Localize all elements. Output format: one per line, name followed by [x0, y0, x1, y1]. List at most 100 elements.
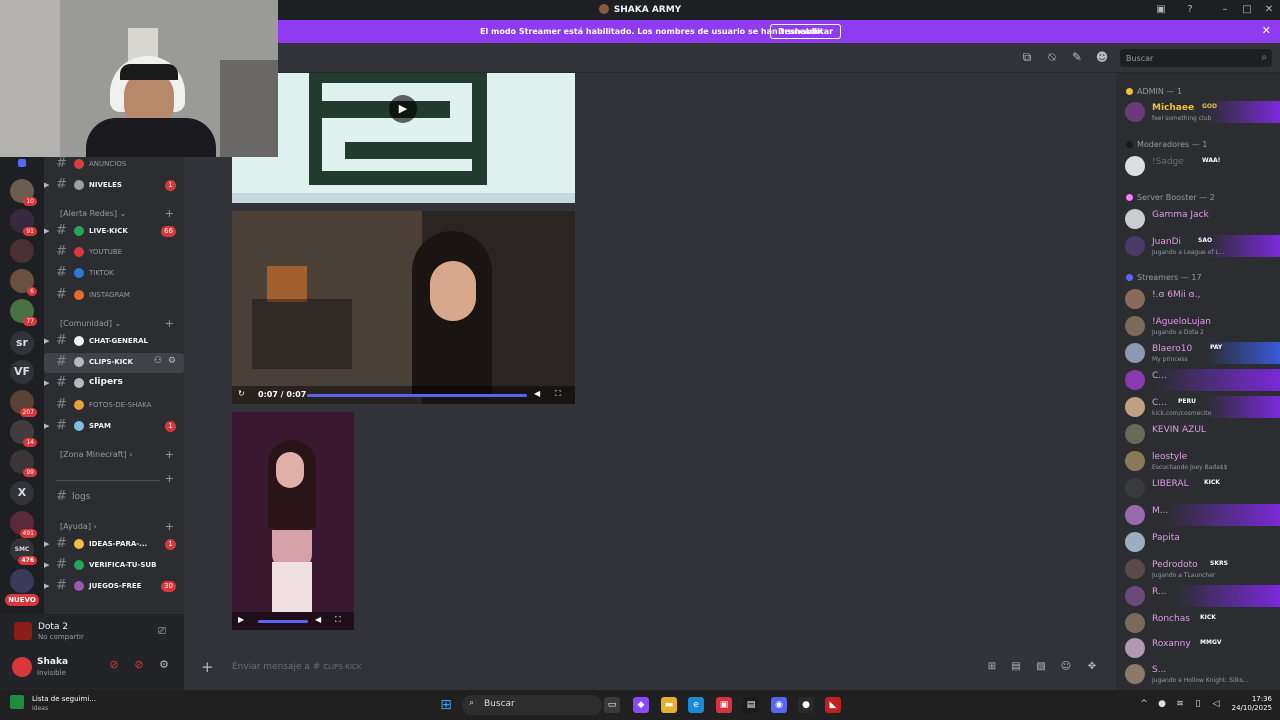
server-icon[interactable]: 91: [10, 209, 37, 236]
member-item[interactable]: R...: [1116, 584, 1280, 608]
member-item[interactable]: LIBERAL KICK: [1116, 476, 1280, 500]
server-icon[interactable]: VF: [10, 360, 34, 384]
threads-icon[interactable]: ⧉: [1020, 50, 1034, 64]
member-item[interactable]: C...: [1116, 368, 1280, 392]
play-icon[interactable]: ▶: [238, 615, 244, 624]
member-item[interactable]: !Sadge WAA!: [1116, 154, 1280, 178]
taskbar-search[interactable]: ⌕ Buscar: [462, 695, 602, 715]
server-icon[interactable]: X: [10, 481, 34, 505]
headphones-muted-icon[interactable]: ⊘: [132, 658, 146, 672]
channel-item[interactable]: # YOUTUBE: [44, 243, 184, 263]
inbox-icon[interactable]: ▣: [1154, 3, 1168, 17]
server-icon[interactable]: 6: [10, 269, 37, 296]
apps-icon[interactable]: ✥: [1086, 661, 1098, 673]
direct-messages-icon[interactable]: [18, 159, 26, 167]
add-attachment-icon[interactable]: +: [201, 658, 214, 676]
add-channel-icon[interactable]: +: [165, 448, 174, 461]
channel-item[interactable]: ▶ # clipers: [44, 374, 184, 394]
video-attachment[interactable]: ▶: [232, 73, 575, 203]
close-window-button[interactable]: ✕: [1262, 3, 1276, 17]
replay-icon[interactable]: ↻: [238, 389, 245, 398]
server-icon[interactable]: 14: [10, 420, 37, 447]
members-icon[interactable]: ☻: [1095, 50, 1109, 64]
channel-item[interactable]: # ANUNCIOS: [44, 155, 184, 175]
member-item[interactable]: !AgueloLujan Jugando a Dota 2: [1116, 314, 1280, 338]
windows-start-icon[interactable]: ⊞: [438, 697, 454, 713]
widget-icon[interactable]: [10, 695, 24, 709]
volume-icon[interactable]: ◀: [534, 389, 540, 398]
microphone-muted-icon[interactable]: ⊘: [107, 658, 121, 672]
video-progress-bar[interactable]: [258, 620, 308, 623]
gift-icon[interactable]: ⊞: [986, 661, 998, 673]
server-icon[interactable]: [10, 239, 34, 263]
member-item[interactable]: Roxanny MMGV: [1116, 636, 1280, 660]
fullscreen-icon[interactable]: ⛶: [555, 389, 561, 399]
sticker-icon[interactable]: ▧: [1035, 661, 1047, 673]
user-name[interactable]: Shaka: [37, 657, 68, 667]
play-icon[interactable]: ▶: [389, 95, 417, 123]
video-attachment[interactable]: ▶ ◀ ⛶: [232, 412, 354, 630]
channel-item[interactable]: # INSTAGRAM: [44, 286, 184, 306]
video-progress-bar[interactable]: [307, 394, 527, 397]
server-icon[interactable]: 491: [10, 511, 37, 538]
add-channel-icon[interactable]: +: [165, 472, 174, 485]
gif-icon[interactable]: ▤: [1010, 661, 1022, 673]
app-icon[interactable]: ▤: [743, 697, 759, 713]
task-view-icon[interactable]: ▭: [604, 697, 620, 713]
channel-item[interactable]: ▶ # JUEGOS-FREE 30: [44, 577, 184, 597]
member-item[interactable]: leostyle Escuchando Joey Bada$$: [1116, 449, 1280, 473]
minimize-button[interactable]: –: [1218, 3, 1232, 17]
server-icon[interactable]: 207: [10, 390, 37, 417]
category-header[interactable]: [Comunidad] ⌄ +: [60, 317, 180, 330]
search-input[interactable]: Buscar ⌕: [1120, 49, 1272, 67]
channel-item[interactable]: ▶ # LIVE-KICK 66: [44, 222, 184, 242]
app-icon[interactable]: ▣: [716, 697, 732, 713]
add-member-icon[interactable]: ⚇: [154, 356, 162, 366]
category-header[interactable]: [Alerta Redes] ⌄ +: [60, 207, 180, 220]
member-item[interactable]: S... Jugando a Hollow Knight: Silks...: [1116, 662, 1280, 686]
file-explorer-icon[interactable]: ▬: [661, 697, 677, 713]
channel-item[interactable]: ▶ # IDEAS-PARA-... 1: [44, 535, 184, 555]
member-item[interactable]: M...: [1116, 503, 1280, 527]
add-channel-icon[interactable]: +: [165, 520, 174, 533]
screen-share-icon[interactable]: ⎚: [158, 626, 166, 637]
disable-streamer-button[interactable]: Deshabilitar: [770, 24, 842, 39]
channel-item[interactable]: ▶ # CHAT-GENERAL: [44, 332, 184, 352]
add-channel-icon[interactable]: +: [165, 317, 174, 330]
emoji-icon[interactable]: ☺: [1060, 661, 1072, 673]
fullscreen-icon[interactable]: ⛶: [335, 615, 341, 625]
member-item[interactable]: C... PERU kick.com/cosmecito: [1116, 395, 1280, 419]
mute-bell-icon[interactable]: ⍉: [1045, 50, 1059, 64]
discord-icon[interactable]: ◉: [771, 697, 787, 713]
member-item[interactable]: Papita: [1116, 530, 1280, 554]
volume-icon[interactable]: ◀: [315, 615, 321, 624]
dota-icon[interactable]: ◣: [825, 697, 841, 713]
channel-item[interactable]: # FOTOS-DE-SHAKA: [44, 396, 184, 416]
category-header[interactable]: [Ayuda] › +: [60, 520, 180, 533]
member-item[interactable]: Gamma Jack: [1116, 207, 1280, 231]
gear-icon[interactable]: ⚙: [157, 658, 171, 672]
volume-icon[interactable]: ◁: [1210, 698, 1222, 710]
server-icon[interactable]: 99: [10, 450, 37, 477]
channel-item[interactable]: ▶ # SPAM 1: [44, 417, 184, 437]
message-composer[interactable]: + Enviar mensaje a # CLIPS-KICK ⊞ ▤ ▧ ☺ …: [196, 655, 1108, 679]
close-icon[interactable]: ✕: [1262, 24, 1271, 37]
gear-icon[interactable]: ⚙: [168, 356, 176, 366]
video-attachment[interactable]: ↻ 0:07 / 0:07 ◀ ⛶: [232, 211, 575, 404]
category-header[interactable]: [Zona Minecraft] › +: [60, 448, 180, 461]
add-channel-icon[interactable]: +: [165, 207, 174, 220]
server-icon[interactable]: [10, 569, 34, 593]
member-item[interactable]: Pedrodoto SKRS Jugando a TLauncher: [1116, 557, 1280, 581]
message-input[interactable]: Enviar mensaje a # CLIPS-KICK: [232, 662, 361, 672]
member-item[interactable]: !.ɞ 6Mii ɞ.,: [1116, 287, 1280, 311]
avatar[interactable]: [12, 657, 32, 677]
clock[interactable]: 17:36 24/10/2025: [1232, 695, 1272, 713]
battery-icon[interactable]: ▯: [1192, 698, 1204, 710]
server-icon[interactable]: sr: [10, 331, 34, 355]
help-icon[interactable]: ?: [1183, 3, 1197, 17]
member-item[interactable]: Michaee GOD feel something club: [1116, 100, 1280, 124]
channel-item[interactable]: # TIKTOK: [44, 264, 184, 284]
obs-icon[interactable]: ●: [798, 697, 814, 713]
widget-title[interactable]: Lista de seguimi...: [32, 695, 96, 703]
channel-item[interactable]: ▶ # NIVELES 1: [44, 176, 184, 196]
